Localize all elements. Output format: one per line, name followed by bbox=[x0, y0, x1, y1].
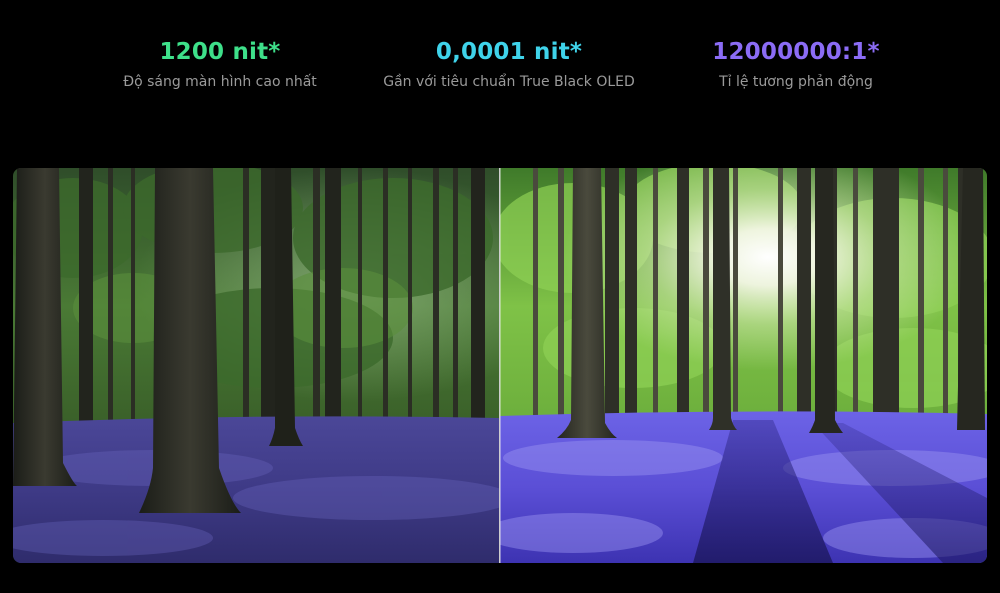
spec-contrast: 12000000:1* Tỉ lệ tương phản động bbox=[646, 36, 946, 92]
spec-black-level-value: 0,0001 nit* bbox=[435, 39, 583, 65]
forest-comparison-image bbox=[13, 168, 987, 563]
spec-brightness-value: 1200 nit* bbox=[159, 39, 281, 65]
spec-contrast-description: Tỉ lệ tương phản động bbox=[719, 74, 873, 90]
spec-brightness-description: Độ sáng màn hình cao nhất bbox=[123, 74, 317, 90]
spec-black-level: 0,0001 nit* Gần với tiêu chuẩn True Blac… bbox=[359, 36, 659, 92]
spec-black-level-description: Gần với tiêu chuẩn True Black OLED bbox=[383, 74, 635, 90]
split-divider bbox=[499, 168, 501, 563]
spec-contrast-value: 12000000:1* bbox=[712, 39, 880, 65]
left-panel-dim bbox=[13, 168, 499, 563]
right-panel-bright bbox=[500, 168, 987, 563]
specs-row: 1200 nit* Độ sáng màn hình cao nhất 0,00… bbox=[0, 0, 1000, 160]
spec-brightness: 1200 nit* Độ sáng màn hình cao nhất bbox=[70, 36, 370, 92]
